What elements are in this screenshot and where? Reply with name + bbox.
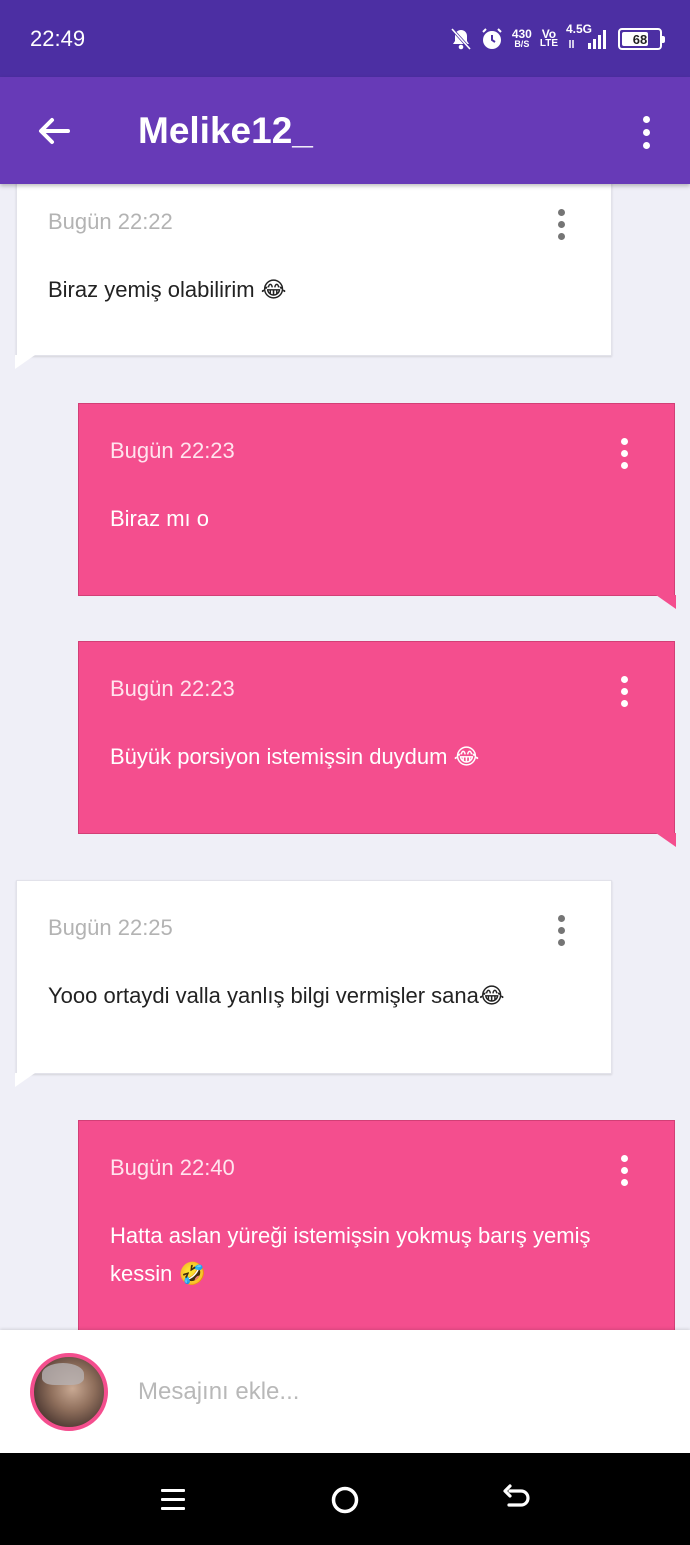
message-text: Biraz mı o (110, 506, 210, 531)
bubble-tail (656, 595, 676, 609)
message-time: Bugün 22:23 (110, 676, 235, 701)
message-time: Bugün 22:22 (48, 209, 173, 234)
message-outgoing: Bugün 22:23 Büyük porsiyon istemişsin du… (78, 641, 676, 847)
message-menu-icon[interactable] (613, 1150, 635, 1190)
message-text: Büyük porsiyon istemişsin duydum 😂 (110, 744, 480, 769)
back-return-icon[interactable] (496, 1479, 538, 1521)
message-text: Hatta aslan yüreği istemişsin yokmuş bar… (110, 1223, 591, 1286)
message-text: Biraz yemiş olabilirim 😂 (48, 277, 287, 302)
avatar[interactable] (30, 1353, 108, 1431)
message-time: Bugün 22:23 (110, 438, 235, 463)
recents-menu-icon[interactable] (152, 1479, 194, 1521)
message-menu-icon[interactable] (550, 204, 572, 244)
message-menu-icon[interactable] (613, 671, 635, 711)
status-time: 22:49 (30, 26, 86, 51)
message-outgoing: Bugün 22:40 Hatta aslan yüreği istemişsi… (78, 1120, 675, 1330)
message-list[interactable]: Bugün 22:22 Biraz yemiş olabilirim 😂 Bug… (0, 184, 690, 1330)
message-text: Yooo ortaydi valla yanlış bilgi vermişle… (48, 983, 505, 1008)
battery-icon: 68 (618, 28, 665, 50)
message-outgoing: Bugün 22:23 Biraz mı o (78, 403, 676, 609)
app-bar: Melike12_ (0, 77, 690, 184)
bubble-tail (15, 1073, 35, 1087)
home-circle-icon[interactable] (324, 1479, 366, 1521)
message-time: Bugün 22:25 (48, 915, 173, 940)
message-menu-icon[interactable] (550, 910, 572, 950)
message-time: Bugün 22:40 (110, 1155, 235, 1180)
message-incoming: Bugün 22:25 Yooo ortaydi valla yanlış bi… (15, 880, 612, 1087)
chat-title: Melike12_ (138, 110, 313, 151)
status-icons: 430 B/S Vo LTE 4.5G 68 (450, 22, 665, 56)
message-menu-icon[interactable] (613, 433, 635, 473)
system-nav-bar (0, 1453, 690, 1545)
more-vert-icon[interactable] (630, 109, 662, 155)
bubble-tail (656, 833, 676, 847)
alarm-icon (480, 27, 504, 51)
composer-bar (0, 1330, 690, 1453)
volte-indicator: Vo LTE (539, 27, 558, 49)
mute-bell-icon (450, 27, 472, 51)
signal-icon: 4.5G (566, 22, 610, 52)
net-speed: 430 B/S (511, 27, 532, 49)
back-arrow-icon (39, 118, 70, 144)
back-button[interactable] (30, 107, 78, 155)
bubble-tail (15, 355, 35, 369)
message-incoming: Bugün 22:22 Biraz yemiş olabilirim 😂 (15, 184, 612, 369)
message-input[interactable] (138, 1370, 638, 1414)
status-bar: 22:49 430 B/S Vo LTE 4.5G 68 (0, 0, 690, 77)
network-type: 4.5G (566, 22, 593, 36)
